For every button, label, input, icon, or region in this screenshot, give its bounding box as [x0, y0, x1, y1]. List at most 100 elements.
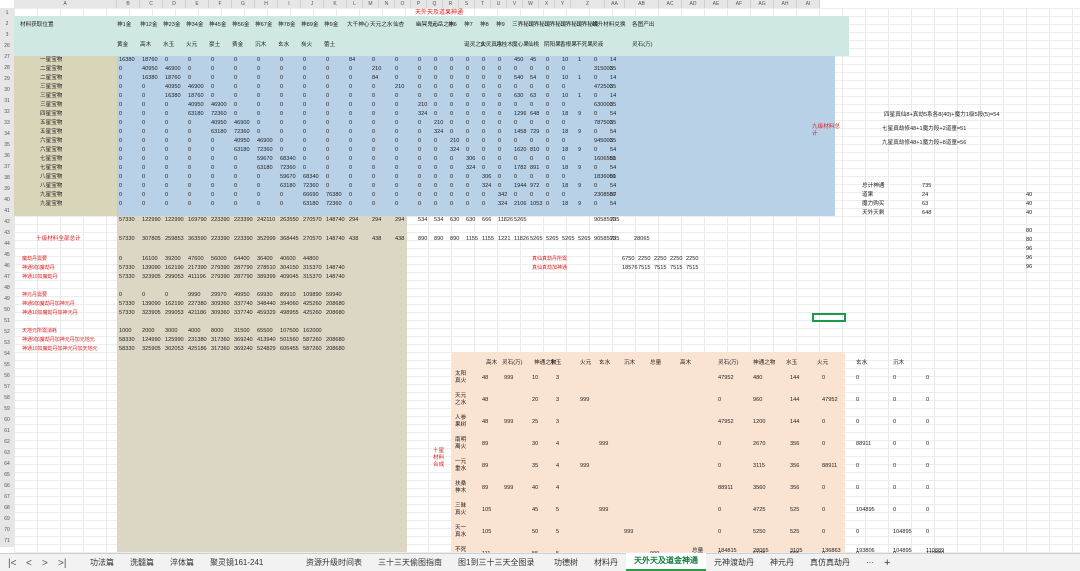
data-cell[interactable]: 0 — [188, 156, 191, 163]
data-cell[interactable]: 0 — [372, 183, 375, 190]
lower-cell[interactable]: 323905 — [142, 310, 161, 317]
data-cell[interactable]: 0 — [257, 192, 260, 199]
data-cell[interactable]: 0 — [257, 129, 260, 136]
data-cell[interactable]: 0 — [234, 165, 237, 172]
data-cell[interactable]: 0 — [418, 174, 421, 181]
data-cell[interactable]: 0 — [434, 165, 437, 172]
row-header[interactable]: 26 — [0, 41, 15, 52]
data-cell[interactable]: 0 — [498, 120, 501, 127]
data-cell[interactable]: 0 — [119, 93, 122, 100]
bottom-cell[interactable]: 999 — [624, 529, 633, 536]
data-cell[interactable]: 0 — [546, 156, 549, 163]
data-cell[interactable]: 0 — [303, 120, 306, 127]
row-header[interactable]: 46 — [0, 261, 15, 272]
data-cell[interactable]: 324 — [466, 165, 475, 172]
bottom-cell[interactable]: 999 — [599, 441, 608, 448]
data-cell[interactable]: 0 — [482, 75, 485, 82]
total-cell[interactable]: 57330 — [119, 236, 135, 243]
data-cell[interactable]: 342 — [498, 192, 507, 199]
row-header[interactable]: 56 — [0, 371, 15, 382]
data-cell[interactable]: 210 — [418, 102, 427, 109]
lower-cell[interactable]: 57330 — [119, 265, 135, 272]
row-header[interactable]: 28 — [0, 63, 15, 74]
data-cell[interactable]: 0 — [188, 201, 191, 208]
data-cell[interactable]: 0 — [142, 174, 145, 181]
bottom-cell[interactable]: 20 — [532, 397, 538, 404]
data-cell[interactable]: 0 — [372, 111, 375, 118]
bottom-cell[interactable]: 0 — [856, 485, 859, 492]
bottom-cell[interactable]: 0 — [822, 375, 825, 382]
data-cell[interactable]: 0 — [498, 138, 501, 145]
right-stat-value[interactable]: 40 — [1026, 201, 1032, 208]
data-cell[interactable]: 0 — [482, 57, 485, 64]
data-cell[interactable]: 0 — [349, 174, 352, 181]
bottom-cell[interactable]: 1200 — [753, 419, 765, 426]
bottom-cell[interactable]: 89 — [482, 463, 488, 470]
row-header[interactable]: 48 — [0, 283, 15, 294]
total-cell[interactable]: 438 — [395, 236, 404, 243]
bottom-cell[interactable]: 0 — [822, 507, 825, 514]
data-cell[interactable]: 72360 — [234, 129, 250, 136]
data-cell[interactable]: 0 — [482, 138, 485, 145]
sum-cell[interactable]: 242110 — [257, 217, 275, 224]
data-cell[interactable]: 0 — [165, 120, 168, 127]
data-cell[interactable]: 0 — [466, 129, 469, 136]
data-cell[interactable]: 0 — [349, 156, 352, 163]
data-cell[interactable]: 0 — [303, 147, 306, 154]
data-cell[interactable]: 0 — [546, 120, 549, 127]
data-cell[interactable]: 210 — [372, 66, 381, 73]
data-cell[interactable]: 0 — [349, 138, 352, 145]
data-cell[interactable]: 0 — [188, 183, 191, 190]
lower-cell[interactable]: 208680 — [326, 346, 345, 353]
data-cell[interactable]: 46900 — [165, 66, 181, 73]
bottom-cell[interactable]: 960 — [753, 397, 762, 404]
total-cell[interactable]: 223390 — [211, 236, 230, 243]
bottom-cell[interactable]: 0 — [856, 397, 859, 404]
data-cell[interactable]: 0 — [482, 192, 485, 199]
data-cell[interactable]: 0 — [482, 93, 485, 100]
data-cell[interactable]: 0 — [142, 156, 145, 163]
lower-cell[interactable]: 64400 — [234, 256, 250, 263]
data-cell[interactable]: 18 — [562, 129, 568, 136]
lower-cell[interactable]: 317360 — [211, 337, 230, 344]
bottom-cell[interactable]: 3 — [556, 397, 559, 404]
data-cell[interactable]: 450 — [514, 57, 523, 64]
sheet-tab[interactable]: 资源升级时间表 — [298, 555, 370, 571]
data-cell[interactable]: 0 — [280, 201, 283, 208]
data-cell[interactable]: 0 — [326, 156, 329, 163]
data-cell[interactable]: 0 — [119, 111, 122, 118]
bottom-cell[interactable]: 89 — [482, 441, 488, 448]
row-header[interactable]: 33 — [0, 118, 15, 129]
lower-cell[interactable]: 139090 — [142, 301, 161, 308]
data-cell[interactable]: 63180 — [257, 165, 273, 172]
data-cell[interactable]: 0 — [326, 102, 329, 109]
row-header[interactable]: 40 — [0, 195, 15, 206]
data-cell[interactable]: 0 — [546, 183, 549, 190]
data-cell[interactable]: 0 — [326, 93, 329, 100]
data-cell[interactable]: 1944 — [514, 183, 526, 190]
data-cell[interactable]: 0 — [482, 147, 485, 154]
data-cell[interactable]: 0 — [466, 201, 469, 208]
data-cell[interactable]: 0 — [142, 192, 145, 199]
lower-cell[interactable]: 162190 — [165, 301, 184, 308]
data-cell[interactable]: 0 — [395, 165, 398, 172]
data-cell[interactable]: 68340 — [303, 174, 319, 181]
lower-cell[interactable]: 69930 — [257, 292, 273, 299]
sum-cell[interactable]: 11826 — [498, 217, 513, 224]
data-cell[interactable]: 0 — [482, 66, 485, 73]
data-cell[interactable]: 0 — [280, 84, 283, 91]
data-cell[interactable]: 0 — [234, 57, 237, 64]
row-header[interactable]: 52 — [0, 327, 15, 338]
total-cell[interactable]: 890 — [450, 236, 459, 243]
mid-cell[interactable]: 7515 — [670, 265, 682, 272]
data-cell[interactable]: 0 — [482, 111, 485, 118]
sheet-tab[interactable]: 材料丹 — [586, 555, 626, 571]
data-cell[interactable]: 0 — [434, 192, 437, 199]
data-cell[interactable]: 0 — [434, 201, 437, 208]
data-cell[interactable]: 0 — [514, 156, 517, 163]
row-header[interactable]: 2 — [0, 19, 15, 30]
data-cell[interactable]: 0 — [211, 66, 214, 73]
lower-cell[interactable]: 413940 — [257, 337, 276, 344]
total-cell[interactable]: 259853 — [165, 236, 184, 243]
data-cell[interactable]: 10 — [562, 57, 568, 64]
